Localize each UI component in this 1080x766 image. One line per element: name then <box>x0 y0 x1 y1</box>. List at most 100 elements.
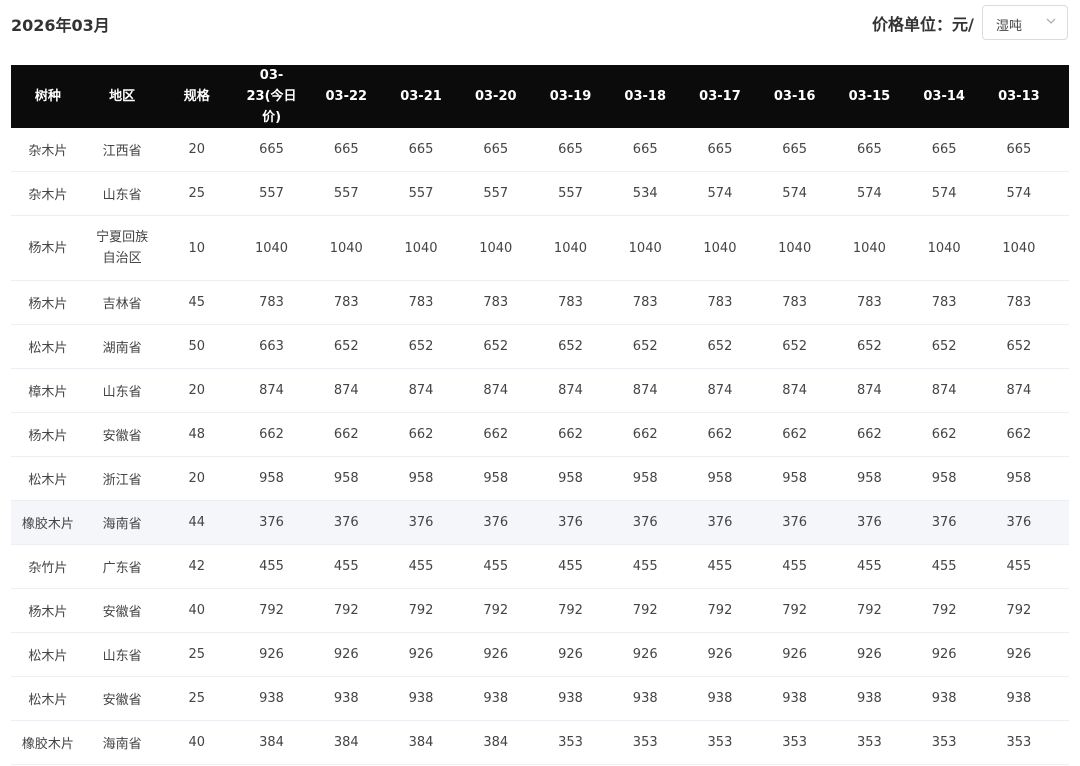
column-header: 规格 <box>159 65 235 128</box>
species-cell: 杂木片 <box>11 171 85 216</box>
price-cell: 376 <box>458 500 534 545</box>
price-cell: 455 <box>308 544 384 589</box>
table-row[interactable]: 橡胶木片 海南省 40 384 384 384 384 353 353 353 353 353 353 3… <box>11 720 1069 765</box>
price-cell: 353 <box>1056 720 1069 765</box>
table-row[interactable]: 杂木片 山东省 25 557 557 557 557 557 534 574 574 574 574 57… <box>11 171 1069 216</box>
price-cell: 792 <box>458 588 534 633</box>
spec-cell: 40 <box>159 720 235 765</box>
price-cell: 574 <box>906 171 982 216</box>
price-cell: 574 <box>757 171 833 216</box>
spec-cell: 25 <box>159 676 235 721</box>
column-header: 03-17 <box>682 65 758 128</box>
table-row[interactable]: 松木片 安徽省 25 938 938 938 938 938 938 938 938 938 938 93… <box>11 676 1069 721</box>
price-cell: 1040 <box>757 215 833 281</box>
price-cell: 958 <box>1056 456 1069 501</box>
price-cell: 353 <box>832 720 907 765</box>
price-cell: 665 <box>981 128 1057 172</box>
price-cell: 1040 <box>832 215 907 281</box>
table-row[interactable]: 杂竹片 广东省 42 455 455 455 455 455 455 455 455 455 455 45… <box>11 544 1069 589</box>
price-cell: 926 <box>308 632 384 677</box>
price-cell: 574 <box>981 171 1057 216</box>
price-cell: 665 <box>1056 128 1069 172</box>
price-cell: 574 <box>1056 171 1069 216</box>
region-cell: 山东省 <box>84 171 160 216</box>
region-cell: 海南省 <box>84 500 160 545</box>
price-table-container[interactable]: 树种 地区 规格 03-23(今日价) 03-22 03-21 03-20 03-19 03-1… <box>11 65 1069 766</box>
chevron-down-icon <box>1046 18 1056 24</box>
unit-select[interactable]: 湿吨 <box>982 5 1068 40</box>
spec-cell: 40 <box>159 588 235 633</box>
price-cell: 455 <box>234 544 309 589</box>
price-cell: 574 <box>832 171 907 216</box>
price-cell: 662 <box>906 412 982 457</box>
spec-cell: 20 <box>159 128 235 172</box>
species-cell: 橡胶木片 <box>11 720 85 765</box>
price-cell: 1040 <box>533 215 608 281</box>
species-cell: 橡胶木片 <box>11 500 85 545</box>
table-row[interactable]: 松木片 浙江省 20 958 958 958 958 958 958 958 958 958 958 95… <box>11 456 1069 501</box>
price-cell: 958 <box>832 456 907 501</box>
region-cell: 吉林省 <box>84 280 160 325</box>
table-body: 杂木片 江西省 20 665 665 665 665 665 665 665 665 665 665 66… <box>11 128 1069 765</box>
column-header: 03-14 <box>906 65 982 128</box>
table-header: 树种 地区 规格 03-23(今日价) 03-22 03-21 03-20 03-19 03-1… <box>11 65 1069 128</box>
price-cell: 792 <box>981 588 1057 633</box>
price-cell: 792 <box>682 588 758 633</box>
price-cell: 652 <box>607 324 683 369</box>
price-cell: 662 <box>234 412 309 457</box>
price-cell: 353 <box>906 720 982 765</box>
species-cell: 松木片 <box>11 324 85 369</box>
price-cell: 926 <box>383 632 459 677</box>
price-cell: 376 <box>757 500 833 545</box>
price-cell: 792 <box>832 588 907 633</box>
table-row[interactable]: 杨木片 安徽省 40 792 792 792 792 792 792 792 792 792 792 79… <box>11 588 1069 633</box>
table-row[interactable]: 松木片 湖南省 50 663 652 652 652 652 652 652 652 652 652 65… <box>11 324 1069 369</box>
spec-cell: 20 <box>159 456 235 501</box>
price-cell: 665 <box>757 128 833 172</box>
price-cell: 662 <box>1056 412 1069 457</box>
species-cell: 杨木片 <box>11 280 85 325</box>
table-row[interactable]: 杨木片 吉林省 45 783 783 783 783 783 783 783 783 783 783 78… <box>11 280 1069 325</box>
price-cell: 938 <box>458 676 534 721</box>
price-cell: 662 <box>757 412 833 457</box>
price-cell: 792 <box>906 588 982 633</box>
price-cell: 783 <box>308 280 384 325</box>
column-header: 03-22 <box>308 65 384 128</box>
price-cell: 455 <box>906 544 982 589</box>
price-cell: 665 <box>383 128 459 172</box>
price-cell: 926 <box>533 632 608 677</box>
spec-cell: 45 <box>159 280 235 325</box>
spec-cell: 20 <box>159 368 235 413</box>
species-cell: 松木片 <box>11 632 85 677</box>
price-cell: 874 <box>832 368 907 413</box>
price-cell: 557 <box>308 171 384 216</box>
price-cell: 1040 <box>607 215 683 281</box>
region-cell: 宁夏回族自治区 <box>84 215 160 281</box>
table-row[interactable]: 杨木片 安徽省 48 662 662 662 662 662 662 662 662 662 662 66… <box>11 412 1069 457</box>
price-cell: 455 <box>458 544 534 589</box>
region-cell: 安徽省 <box>84 588 160 633</box>
table-row[interactable]: 橡胶木片 海南省 44 376 376 376 376 376 376 376 376 376 376 3… <box>11 500 1069 545</box>
price-cell: 874 <box>234 368 309 413</box>
region-cell: 江西省 <box>84 128 160 172</box>
region-cell: 安徽省 <box>84 676 160 721</box>
table-row[interactable]: 杨木片 宁夏回族自治区 10 1040 1040 1040 1040 1040 1040 1040… <box>11 215 1069 281</box>
price-cell: 353 <box>981 720 1057 765</box>
unit-select-value: 湿吨 <box>996 19 1023 34</box>
table-row[interactable]: 杂木片 江西省 20 665 665 665 665 665 665 665 665 665 665 66… <box>11 128 1069 172</box>
price-cell: 926 <box>682 632 758 677</box>
price-cell: 455 <box>981 544 1057 589</box>
table-row[interactable]: 松木片 山东省 25 926 926 926 926 926 926 926 926 926 926 92… <box>11 632 1069 677</box>
price-cell: 958 <box>234 456 309 501</box>
spec-cell: 25 <box>159 632 235 677</box>
region-cell: 浙江省 <box>84 456 160 501</box>
price-cell: 557 <box>383 171 459 216</box>
price-cell: 958 <box>607 456 683 501</box>
column-header: 03-16 <box>757 65 833 128</box>
price-cell: 874 <box>458 368 534 413</box>
price-cell: 1040 <box>234 215 309 281</box>
price-cell: 353 <box>757 720 833 765</box>
price-cell: 874 <box>383 368 459 413</box>
table-row[interactable]: 樟木片 山东省 20 874 874 874 874 874 874 874 874 874 874 87… <box>11 368 1069 413</box>
price-cell: 455 <box>533 544 608 589</box>
